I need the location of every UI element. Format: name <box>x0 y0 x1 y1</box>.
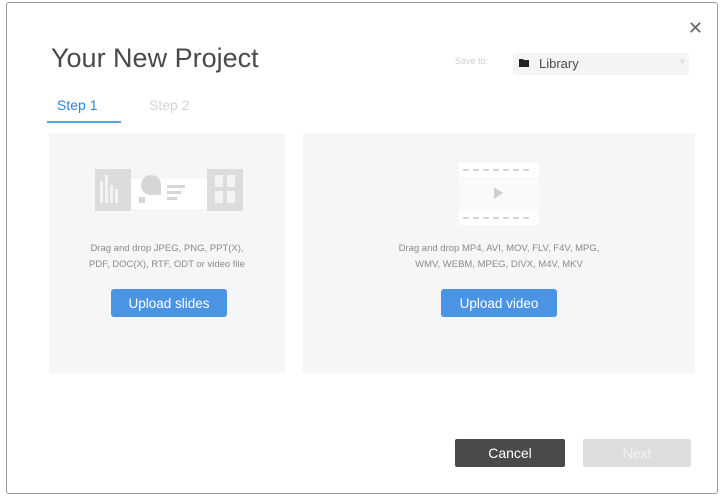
video-illustration-icon <box>459 163 539 225</box>
tab-step-2[interactable]: Step 2 <box>141 93 197 117</box>
save-to-label: Save to: <box>455 56 489 66</box>
new-project-dialog: ✕ Your New Project Save to: Library ▾ St… <box>6 2 718 494</box>
slides-illustration-icon <box>95 165 243 215</box>
slides-format-hint: Drag and drop JPEG, PNG, PPT(X), PDF, DO… <box>49 241 285 273</box>
video-drop-zone[interactable]: Drag and drop MP4, AVI, MOV, FLV, F4V, M… <box>303 133 695 373</box>
video-hint-line-2: WMV, WEBM, MPEG, DIVX, M4V, MKV <box>415 259 583 270</box>
chevron-down-icon[interactable]: ▾ <box>679 55 685 68</box>
folder-name: Library <box>539 56 579 71</box>
slides-hint-line-1: Drag and drop JPEG, PNG, PPT(X), <box>90 243 244 254</box>
cancel-button[interactable]: Cancel <box>455 439 565 467</box>
folder-icon <box>519 59 529 67</box>
upload-slides-button[interactable]: Upload slides <box>111 289 227 317</box>
dialog-title: Your New Project <box>51 43 259 73</box>
slides-hint-line-2: PDF, DOC(X), RTF, ODT or video file <box>89 259 245 270</box>
tab-step-1[interactable]: Step 1 <box>46 93 123 123</box>
slides-drop-zone[interactable]: Drag and drop JPEG, PNG, PPT(X), PDF, DO… <box>49 133 285 373</box>
folder-select[interactable]: Library ▾ <box>513 53 689 75</box>
close-icon[interactable]: ✕ <box>688 19 703 37</box>
video-format-hint: Drag and drop MP4, AVI, MOV, FLV, F4V, M… <box>303 241 695 273</box>
video-hint-line-1: Drag and drop MP4, AVI, MOV, FLV, F4V, M… <box>398 243 600 254</box>
save-to-selector[interactable]: Save to: Library ▾ <box>455 49 701 77</box>
step-tabs: Step 1 Step 2 <box>46 93 249 123</box>
next-button[interactable]: Next <box>583 439 691 467</box>
upload-video-button[interactable]: Upload video <box>441 289 557 317</box>
